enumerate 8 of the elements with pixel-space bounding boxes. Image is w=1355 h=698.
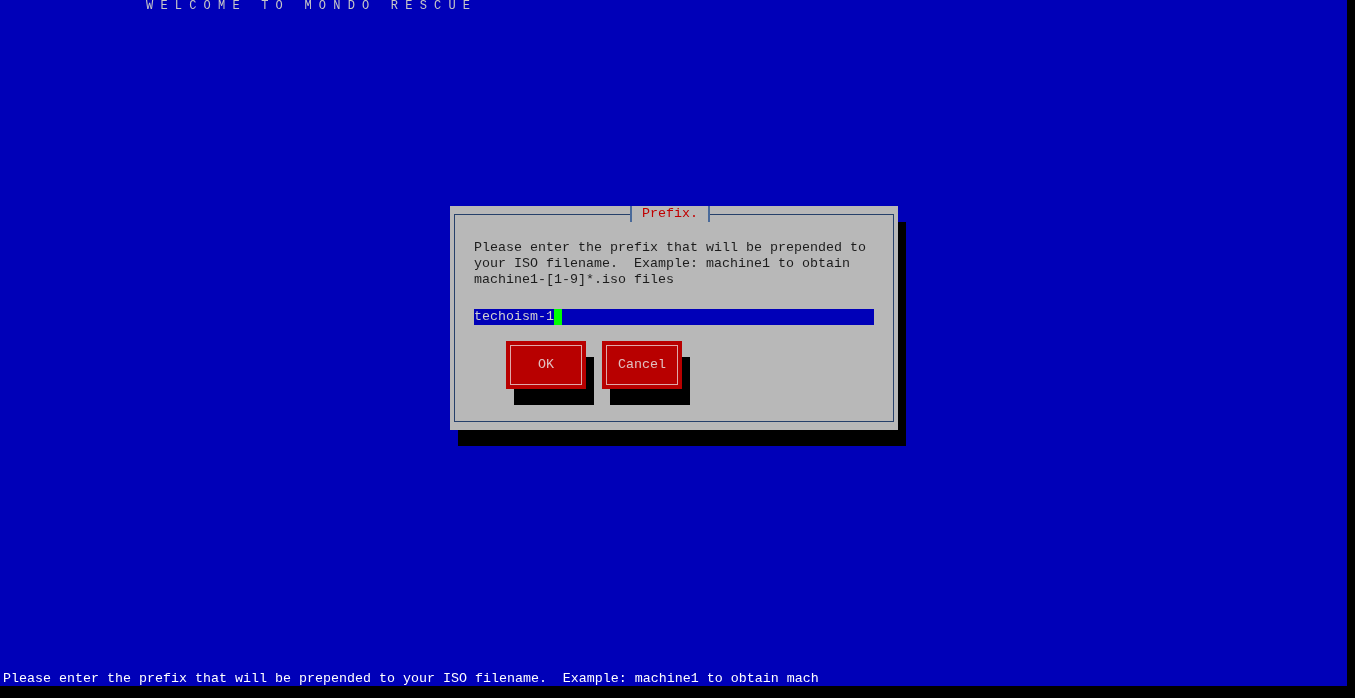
dialog-message: Please enter the prefix that will be prepended to your ISO filename. Example: machine1 to obtain machine1-[1-9]*.iso files — [474, 240, 867, 288]
dialog-button[interactable]: Cancel — [602, 341, 682, 389]
dialog-button[interactable]: OK — [506, 341, 586, 389]
dialog-title: Prefix. — [630, 206, 710, 222]
text-cursor — [554, 309, 562, 325]
status-text: Please enter the prefix that will be prepended to your ISO filename. Example: machine1 to obtain mach — [3, 671, 819, 686]
screen-title: W E L C O M E T O M O N D O R E S C U E — [146, 0, 471, 13]
input-field[interactable]: techoism-1 — [474, 309, 874, 325]
